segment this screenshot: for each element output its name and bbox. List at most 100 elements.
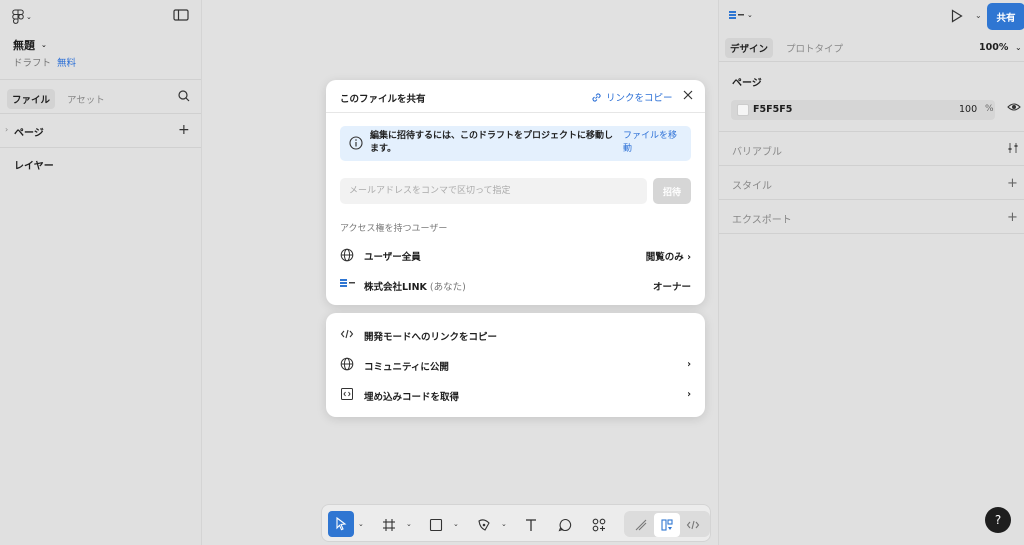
chevron-down-icon[interactable]: ⌄ — [453, 520, 459, 528]
dev-mode-button[interactable] — [680, 513, 706, 537]
shape-tool[interactable] — [423, 513, 449, 537]
left-tabs: ファイル アセット — [0, 80, 201, 114]
access-user-name: 株式会社LINK (あなた) — [364, 279, 466, 293]
styles-label: スタイル — [732, 181, 772, 192]
opacity-value[interactable]: 100 — [959, 104, 977, 115]
color-swatch[interactable] — [737, 104, 749, 116]
text-icon — [526, 519, 536, 531]
chevron-right-icon: › — [687, 359, 691, 370]
main-menu-button[interactable]: ⌄ — [12, 9, 32, 25]
copy-dev-mode-link-item[interactable]: 開発モードへのリンクをコピー — [340, 326, 691, 344]
option-label: 埋め込みコードを取得 — [364, 392, 460, 403]
search-button[interactable] — [178, 90, 190, 105]
left-panel: ⌄ 無題 ⌄ ドラフト 無料 ファイル アセット › ページ + レイヤー — [0, 0, 202, 545]
help-button[interactable]: ? — [985, 507, 1011, 533]
permission-dropdown[interactable]: 閲覧のみ › — [646, 249, 691, 263]
access-row-owner: 株式会社LINK (あなた) オーナー — [340, 276, 691, 294]
share-dialog-header: このファイルを共有 リンクをコピー — [326, 80, 705, 113]
comment-tool[interactable] — [552, 513, 578, 537]
file-title[interactable]: 無題 ⌄ — [13, 37, 47, 53]
info-banner: 編集に招待するには、このドラフトをプロジェクトに移動します。 ファイルを移動 — [340, 126, 691, 161]
close-button[interactable] — [682, 89, 694, 104]
add-page-button[interactable]: + — [178, 122, 190, 138]
access-user-name: ユーザー全員 — [364, 252, 421, 263]
color-hex[interactable]: F5F5F5 — [753, 104, 792, 115]
text-tool[interactable] — [518, 513, 544, 537]
chevron-down-icon: ⌄ — [747, 11, 753, 19]
email-input[interactable] — [340, 178, 647, 204]
access-row-everyone[interactable]: ユーザー全員 閲覧のみ › — [340, 246, 691, 264]
visibility-toggle[interactable] — [1007, 102, 1021, 115]
opacity-unit: % — [985, 104, 994, 114]
pages-label: ページ — [14, 128, 44, 139]
code-icon — [686, 520, 700, 530]
tab-prototype[interactable]: プロトタイプ — [781, 38, 848, 58]
frame-tool[interactable] — [376, 513, 402, 537]
sidebar-icon — [173, 9, 189, 21]
file-header: ⌄ 無題 ⌄ ドラフト 無料 — [0, 0, 201, 80]
plan-badge[interactable]: 無料 — [57, 58, 76, 69]
right-tabs: デザイン プロトタイプ 100% ⌄ — [719, 32, 1024, 62]
close-icon — [683, 90, 693, 100]
globe-icon — [340, 248, 354, 265]
page-color-field[interactable]: F5F5F5 100 % — [731, 100, 995, 120]
chevron-down-icon[interactable]: ⌄ — [975, 11, 982, 20]
plus-icon: + — [1007, 176, 1018, 191]
permission-label: オーナー — [652, 282, 691, 293]
right-panel: ⌄ ⌄ 共有 デザイン プロトタイプ 100% ⌄ ページ F5F5F5 100… — [718, 0, 1024, 545]
chevron-down-icon[interactable]: ⌄ — [406, 520, 412, 528]
play-icon — [951, 9, 963, 23]
share-button[interactable]: 共有 — [987, 3, 1024, 30]
draw-mode-button[interactable] — [628, 513, 654, 537]
copy-link-button[interactable]: リンクをコピー — [591, 90, 673, 104]
info-icon — [349, 136, 363, 153]
tab-file[interactable]: ファイル — [7, 89, 56, 109]
access-heading: アクセス権を持つユーザー — [340, 224, 448, 234]
pen-tool[interactable] — [471, 513, 497, 537]
move-file-link[interactable]: ファイルを移動 — [623, 130, 685, 156]
get-embed-code-item[interactable]: 埋め込みコードを取得 › — [340, 386, 691, 404]
you-label: (あなた) — [426, 282, 466, 293]
plus-icon: + — [1007, 210, 1018, 225]
pen-icon — [478, 519, 490, 531]
eye-icon — [1007, 103, 1021, 111]
move-tool[interactable] — [328, 511, 354, 537]
actions-tool[interactable] — [586, 513, 612, 537]
styles-section: スタイル + — [719, 166, 1024, 200]
option-label: 開発モードへのリンクをコピー — [364, 332, 498, 343]
design-mode-icon — [661, 519, 673, 531]
publish-community-item[interactable]: コミュニティに公開 › — [340, 356, 691, 374]
pages-section[interactable]: › ページ + — [0, 114, 201, 148]
present-button[interactable] — [951, 9, 963, 26]
tab-assets[interactable]: アセット — [62, 89, 110, 109]
globe-icon — [340, 357, 354, 374]
owner-name: 株式会社LINK — [364, 282, 427, 293]
chevron-down-icon[interactable]: ⌄ — [358, 520, 364, 528]
draw-icon — [635, 519, 647, 531]
bottom-toolbar: ⌄ ⌄ ⌄ ⌄ — [321, 504, 711, 542]
add-style-button[interactable]: + — [1007, 176, 1018, 191]
zoom-level[interactable]: 100% — [979, 42, 1008, 53]
tab-design[interactable]: デザイン — [725, 38, 774, 58]
embed-icon — [340, 387, 354, 404]
search-icon — [178, 90, 190, 102]
plus-icon: + — [178, 122, 190, 138]
layers-label: レイヤー — [14, 161, 54, 172]
apps-icon — [592, 518, 606, 532]
frame-icon — [383, 519, 395, 531]
team-avatar-icon — [340, 278, 356, 291]
chevron-right-icon: › — [687, 389, 691, 400]
design-mode-button[interactable] — [654, 513, 680, 537]
chevron-down-icon[interactable]: ⌄ — [501, 520, 507, 528]
export-section: エクスポート + — [719, 200, 1024, 234]
avatar-icon — [729, 11, 744, 19]
variables-section: バリアブル — [719, 132, 1024, 166]
invite-button[interactable]: 招待 — [653, 178, 691, 204]
user-avatar-button[interactable]: ⌄ — [729, 10, 753, 20]
sidebar-toggle-button[interactable] — [173, 9, 189, 24]
sliders-icon — [1008, 143, 1018, 153]
comment-icon — [558, 518, 572, 532]
add-export-button[interactable]: + — [1007, 210, 1018, 225]
variables-settings-button[interactable] — [1007, 142, 1019, 158]
chevron-right-icon: › — [5, 125, 9, 134]
